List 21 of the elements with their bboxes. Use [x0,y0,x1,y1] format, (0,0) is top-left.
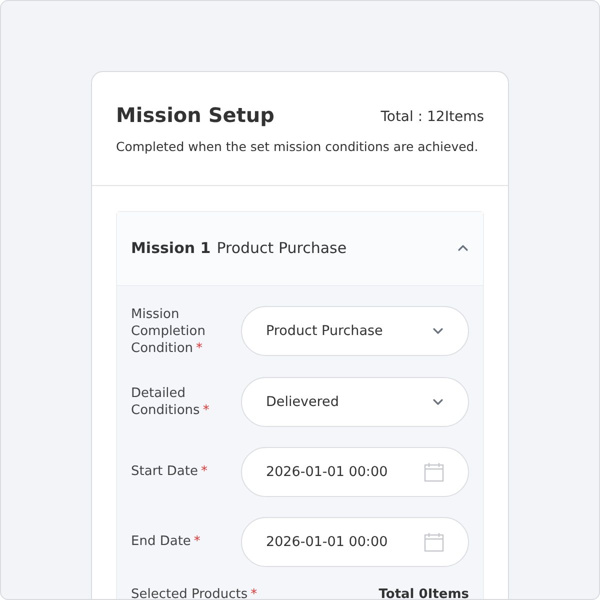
selected-products-label: Selected Products * [131,586,258,599]
chevron-up-icon [457,244,469,252]
card-description: Completed when the set mission conditions are achieved. [116,138,480,156]
field-label: Detailed Conditions * [131,386,210,418]
field-label: Start Date * [131,464,208,480]
select-field[interactable]: Product Purchase [241,306,469,356]
mission-number: Mission 1 [131,238,211,259]
calendar-icon [424,462,444,482]
field-label: End Date * [131,534,200,550]
selected-products-total: Total 0Items [378,586,469,599]
chevron-down-icon [432,398,444,406]
chevron-down-icon [432,327,444,336]
calendar-icon [424,532,444,552]
date-field[interactable]: 2026-01-01 00:00 [241,446,469,497]
total-count: Total : 12Items [380,108,484,127]
date-field[interactable]: 2026-01-01 00:00 [241,516,469,567]
select-field[interactable]: Delievered [241,376,469,427]
mission-name: Product Purchase [216,238,347,259]
card-title: Mission Setup [116,102,274,129]
mission-header[interactable]: Mission 1 Product Purchase [117,212,483,286]
field-label: Mission Completion Condition * [131,306,206,356]
